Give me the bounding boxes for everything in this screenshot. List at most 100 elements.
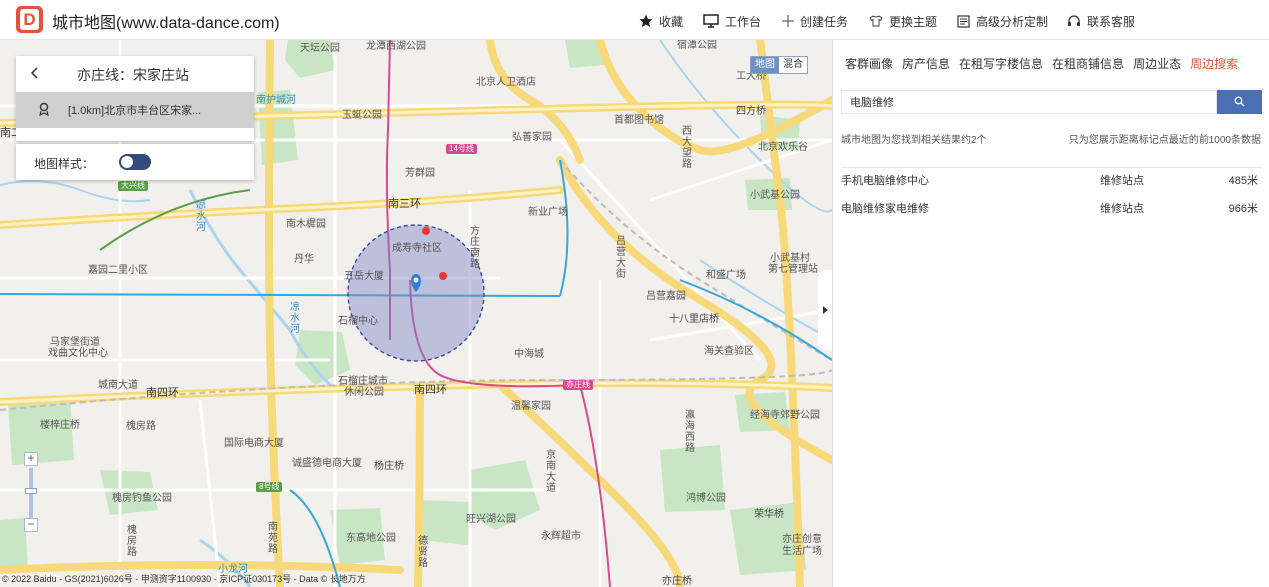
route-panel: 亦庄线：宋家庄站 [1.0km]北京市丰台区宋家... <box>16 56 254 141</box>
star-icon <box>639 14 653 27</box>
map-label: 首都图书馆 <box>614 115 664 126</box>
map-label: 亦庄桥 <box>662 576 692 587</box>
tab-nearby-business[interactable]: 周边业态 <box>1133 55 1181 72</box>
route-title: 亦庄线：宋家庄站 <box>77 67 189 83</box>
search-button[interactable] <box>1217 90 1262 114</box>
map-label: 京南大道 <box>546 450 556 494</box>
tab-shop-rent[interactable]: 在租商铺信息 <box>1052 55 1124 72</box>
map-type-hybrid[interactable]: 混合 <box>779 57 807 73</box>
map-copyright: © 2022 Baidu - GS(2021)6026号 - 甲测资字11009… <box>2 574 366 584</box>
map-label: 南四环 <box>146 387 179 399</box>
result-row[interactable]: 电脑维修家电维修 维修站点 966米 <box>841 200 1262 220</box>
map-label: 龙潭西湖公园 <box>366 41 426 52</box>
map-style-toggle[interactable] <box>119 154 151 170</box>
app-title: 城市地图(www.data-dance.com) <box>52 15 280 32</box>
top-header: D 城市地图(www.data-dance.com) 收藏 工作台 创建任务 更… <box>0 0 1269 40</box>
map-label: 成寿寺社区 <box>392 243 442 254</box>
map-label: 杨庄桥 <box>374 461 404 472</box>
panel-collapse-handle[interactable] <box>818 270 832 350</box>
result-summary: 城市地图为您找到相关结果约2个 <box>841 135 987 146</box>
map-label: 凉水河 <box>290 302 300 335</box>
map-style-label: 地图样式： <box>34 157 95 171</box>
map-label: 石榴中心 <box>338 316 378 327</box>
tab-customer-profile[interactable]: 客群画像 <box>845 55 893 72</box>
zoom-slider-handle[interactable] <box>25 488 37 494</box>
map-label: 南护城河 <box>256 95 296 106</box>
nav-favorite-label: 收藏 <box>659 14 684 29</box>
map-label: 丹华 <box>294 254 314 265</box>
nav-workbench-label: 工作台 <box>725 14 762 29</box>
tab-office-rent[interactable]: 在租写字楼信息 <box>959 55 1043 72</box>
report-icon <box>957 14 970 28</box>
map-label: 休闲公园 <box>344 387 384 398</box>
search-icon <box>1234 96 1245 107</box>
map-label: 国际电商大厦 <box>224 438 284 449</box>
map-type-switch: 地图 混合 <box>750 56 808 74</box>
map-label: 戏曲文化中心 <box>48 348 108 359</box>
map-label: 南木樨园 <box>286 219 326 230</box>
nav-create-task[interactable]: 创建任务 <box>782 12 848 30</box>
map-label: 槐房钓鱼公园 <box>112 493 172 504</box>
map-label: 城南大道 <box>98 380 138 391</box>
nav-workbench[interactable]: 工作台 <box>703 12 761 30</box>
tab-nearby-search[interactable]: 周边搜索 <box>1190 55 1238 72</box>
nav-change-theme-label: 更换主题 <box>889 14 938 29</box>
headset-icon <box>1068 14 1080 26</box>
map-style-panel: 地图样式： <box>16 144 254 180</box>
map-label: 小武基公园 <box>750 190 800 201</box>
map-label: 南四环 <box>414 384 447 396</box>
tab-housing-info[interactable]: 房产信息 <box>902 55 950 72</box>
result-type: 维修站点 <box>1100 203 1144 215</box>
route-item[interactable]: [1.0km]北京市丰台区宋家... <box>16 92 254 128</box>
map-label: 北京人卫酒店 <box>476 77 536 88</box>
nav-favorite[interactable]: 收藏 <box>639 12 683 30</box>
result-type: 维修站点 <box>1100 175 1144 187</box>
route-item-label: [1.0km]北京市丰台区宋家... <box>68 105 202 117</box>
map-label: 诚盛德电商大厦 <box>292 458 362 469</box>
map-label: 南苑路 <box>268 522 278 555</box>
nav-support[interactable]: 联系客服 <box>1067 12 1135 30</box>
nav-advanced-analysis[interactable]: 高级分析定制 <box>957 12 1048 30</box>
map-label: 槐房路 <box>127 525 137 558</box>
map-label: 和盛广场 <box>706 270 746 281</box>
tab-bar: 客群画像 房产信息 在租写字楼信息 在租商铺信息 周边业态 周边搜索 <box>845 55 1247 72</box>
map-label: 东高地公园 <box>346 533 396 544</box>
result-distance: 966米 <box>1228 203 1258 215</box>
zoom-in-button[interactable]: + <box>24 452 38 466</box>
map-label: 新业广场 <box>528 207 568 218</box>
map-label: 8号线 <box>256 482 283 492</box>
nav-support-label: 联系客服 <box>1087 14 1136 29</box>
map-label: 14号线 <box>446 144 477 154</box>
map-label: 十八里店桥 <box>669 314 719 325</box>
map-label: 玉蜓公园 <box>342 110 382 121</box>
search-input[interactable] <box>841 90 1217 114</box>
app-logo[interactable]: D <box>16 6 43 33</box>
logo-letter: D <box>20 9 39 30</box>
map-label: 宿潭公园 <box>677 40 717 51</box>
zoom-out-button[interactable]: − <box>24 518 38 532</box>
location-pin-icon <box>39 102 49 116</box>
map-label: 天坛公园 <box>300 43 340 54</box>
map-label: 旺兴湖公园 <box>466 514 516 525</box>
map-canvas[interactable]: 天坛公园 龙潭西湖公园 北京人卫酒店 宿潭公园 工大桥 四方桥 南护城河 玉蜓公… <box>0 40 832 587</box>
result-row[interactable]: 手机电脑维修中心 维修站点 485米 <box>841 172 1262 192</box>
map-label: 西大望路 <box>682 126 692 170</box>
map-label: 经海寺郊野公园 <box>750 410 820 421</box>
result-name: 手机电脑维修中心 <box>841 175 929 187</box>
nav-change-theme[interactable]: 更换主题 <box>869 12 937 30</box>
map-type-map[interactable]: 地图 <box>751 57 779 73</box>
divider <box>841 167 1262 168</box>
shirt-icon <box>869 15 883 27</box>
map-label: 芳群园 <box>405 168 435 179</box>
map-label: 吕营大街 <box>616 236 626 280</box>
map-label: 荣华桥 <box>754 509 784 520</box>
nav-create-task-label: 创建任务 <box>800 14 849 29</box>
side-panel: 客群画像 房产信息 在租写字楼信息 在租商铺信息 周边业态 周边搜索 城市地图为… <box>832 40 1269 587</box>
back-arrow-icon[interactable] <box>28 66 42 80</box>
map-label: 弘善家园 <box>512 132 552 143</box>
map-label: 温馨家园 <box>511 401 551 412</box>
result-note: 只为您展示距离标记点最近的前1000条数据 <box>1068 135 1261 146</box>
map-label: 吕营嘉园 <box>646 291 686 302</box>
zoom-control: + − <box>24 452 38 534</box>
map-label: 中海城 <box>514 349 544 360</box>
